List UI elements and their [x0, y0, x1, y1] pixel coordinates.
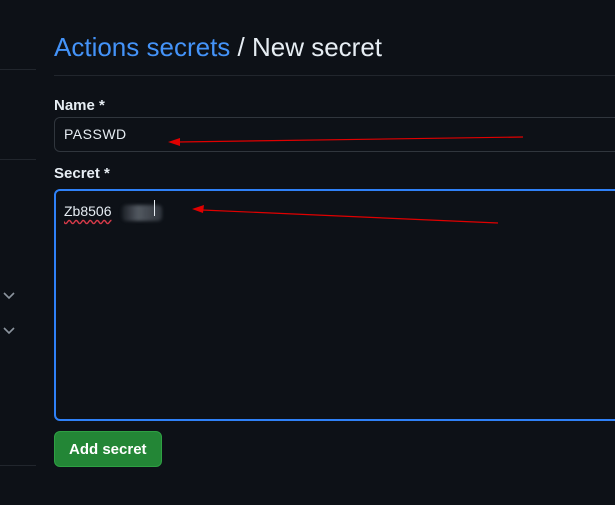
name-label: Name * — [54, 97, 105, 114]
secret-textarea[interactable]: Zb8506 — [54, 189, 615, 421]
breadcrumb-actions-secrets-link[interactable]: Actions secrets — [54, 32, 230, 62]
sidebar-divider — [0, 159, 36, 160]
title-divider — [54, 75, 615, 76]
text-caret — [154, 200, 155, 216]
secret-label: Secret * — [54, 165, 110, 182]
page-title: Actions secrets / New secret — [54, 30, 382, 64]
secret-value: Zb8506 — [64, 203, 112, 219]
redaction-blur — [122, 205, 162, 221]
breadcrumb-separator: / — [230, 32, 252, 62]
add-secret-button[interactable]: Add secret — [54, 431, 162, 467]
sidebar-divider — [0, 465, 36, 466]
name-input[interactable]: PASSWD — [54, 117, 615, 152]
breadcrumb-current: New secret — [251, 32, 383, 62]
sidebar-divider — [0, 69, 36, 70]
chevron-down-icon[interactable] — [2, 288, 16, 302]
chevron-down-icon[interactable] — [2, 323, 16, 337]
